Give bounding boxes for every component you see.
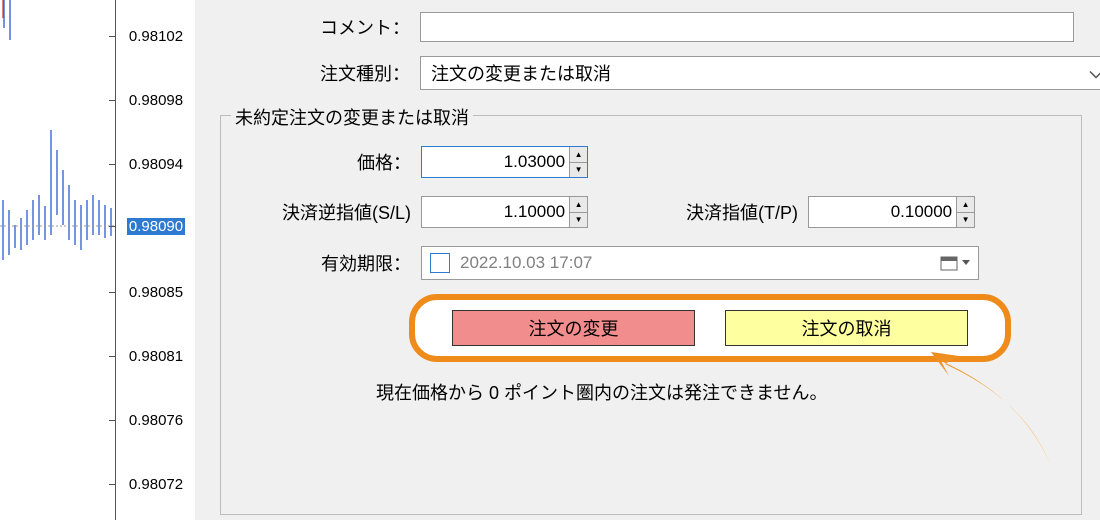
price-spinner[interactable]: ▲▼ [421,146,588,178]
y-tick: 0.98098 [116,92,196,109]
tp-input[interactable] [809,198,956,226]
annotation-arrow-icon [901,346,1071,476]
y-tick: 0.98085 [116,284,196,301]
up-arrow-icon[interactable]: ▲ [957,197,974,213]
y-axis: 0.98102 0.98098 0.98094 0.98090 0.98085 … [115,0,196,520]
pending-order-fieldset: 未約定注文の変更または取消 価格： ▲▼ 決済逆指値(S/L) ▲▼ 決済指値(… [220,115,1082,515]
y-tick: 0.98081 [116,348,196,365]
modify-order-button[interactable]: 注文の変更 [452,310,695,346]
comment-input[interactable] [420,12,1074,42]
y-tick: 0.98076 [116,412,196,429]
price-input[interactable] [422,148,569,176]
order-type-label: 注文種別： [225,60,420,86]
order-type-value: 注文の変更または取消 [431,60,611,86]
sl-spinner[interactable]: ▲▼ [421,196,588,228]
calendar-icon[interactable] [940,255,970,271]
up-arrow-icon[interactable]: ▲ [570,197,587,213]
down-arrow-icon[interactable]: ▼ [570,163,587,178]
y-tick: 0.98102 [116,28,196,45]
sl-input[interactable] [422,198,569,226]
y-tick: 0.98094 [116,156,196,173]
price-label: 価格： [226,149,421,175]
chevron-down-icon [1089,63,1100,84]
down-arrow-icon[interactable]: ▼ [570,213,587,228]
order-type-dropdown[interactable]: 注文の変更または取消 [420,56,1100,90]
y-tick-highlight: 0.98090 [116,218,196,235]
fieldset-legend: 未約定注文の変更または取消 [231,104,473,130]
tp-label: 決済指値(T/P) [588,199,808,225]
down-arrow-icon[interactable]: ▼ [957,213,974,228]
expiry-checkbox[interactable] [430,253,450,273]
price-restriction-note: 現在価格から 0 ポイント圏内の注文は発注できません。 [376,379,827,405]
expiry-value: 2022.10.03 17:07 [460,253,592,273]
up-arrow-icon[interactable]: ▲ [570,147,587,163]
expiry-field[interactable]: 2022.10.03 17:07 [421,246,979,280]
cancel-order-button[interactable]: 注文の取消 [725,310,968,346]
tp-spinner[interactable]: ▲▼ [808,196,975,228]
y-tick: 0.98072 [116,476,196,493]
price-chart [0,0,115,520]
expiry-label: 有効期限： [226,250,421,276]
order-form-panel: コメント： 注文種別： 注文の変更または取消 未約定注文の変更または取消 価格：… [195,0,1100,520]
sl-label: 決済逆指値(S/L) [226,199,421,225]
comment-label: コメント： [225,14,420,40]
